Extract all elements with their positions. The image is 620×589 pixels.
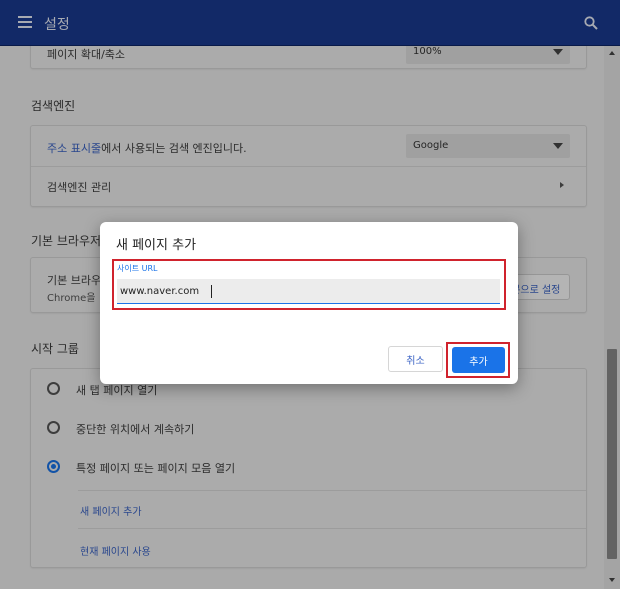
cancel-button[interactable]: 취소	[388, 346, 443, 372]
add-button-highlight: 추가	[446, 342, 510, 378]
text-cursor	[211, 285, 212, 298]
site-url-field-highlight: 사이트 URL	[112, 259, 506, 310]
site-url-input[interactable]	[117, 279, 500, 304]
site-url-label: 사이트 URL	[117, 264, 158, 273]
dialog-title: 새 페이지 추가	[116, 238, 197, 253]
add-page-dialog: 새 페이지 추가 사이트 URL 취소 추가	[100, 222, 518, 384]
add-button[interactable]: 추가	[452, 347, 505, 373]
